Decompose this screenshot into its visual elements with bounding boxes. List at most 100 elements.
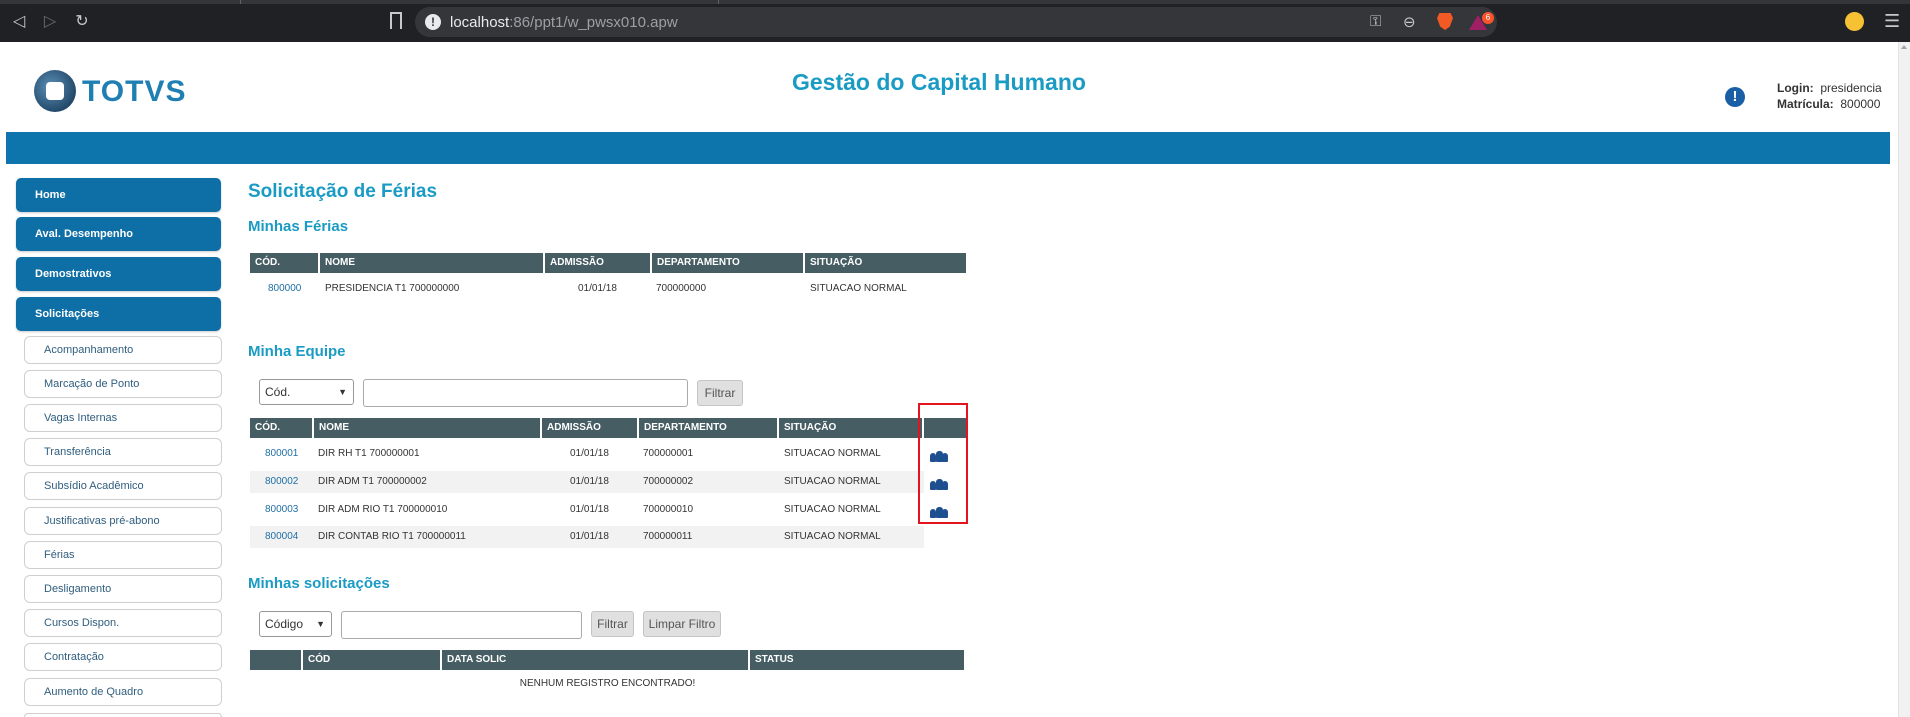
sidebar-subitem-marcacao-ponto[interactable]: Marcação de Ponto xyxy=(24,370,222,398)
url-host: localhost xyxy=(450,14,510,31)
section-title-minhas-solicitacoes: Minhas solicitações xyxy=(248,575,390,592)
totvs-logo: TOTVS xyxy=(34,70,185,114)
column-header-cod: CÓD xyxy=(303,650,442,670)
site-info-icon[interactable]: ! xyxy=(425,14,441,30)
page-title: Solicitação de Férias xyxy=(248,181,438,202)
sidebar-item-home[interactable]: Home xyxy=(16,178,221,212)
scroll-up-icon[interactable] xyxy=(1901,45,1907,49)
sidebar-subitem-cursos[interactable]: Cursos Dispon. xyxy=(24,609,222,637)
bookmark-icon[interactable] xyxy=(390,12,402,29)
column-header-departamento: DEPARTAMENTO xyxy=(652,253,805,273)
tab-strip xyxy=(0,0,1910,4)
forward-icon[interactable]: ▷ xyxy=(40,12,60,32)
column-header-situacao: SITUAÇÃO xyxy=(779,418,924,438)
sidebar-subitem-acompanhamento[interactable]: Acompanhamento xyxy=(24,336,222,364)
address-bar[interactable]: ! localhost:86/ppt1/w_pwsx010.apw ⚿ ⊖ xyxy=(415,7,1497,37)
clear-filter-button[interactable]: Limpar Filtro xyxy=(643,611,721,637)
status: SITUACAO NORMAL xyxy=(784,476,881,487)
employee-code-link[interactable]: 800001 xyxy=(265,443,298,465)
column-header-status: STATUS xyxy=(755,654,794,665)
login-line: Login: presidencia xyxy=(1777,80,1882,96)
column-header-nome: NOME xyxy=(314,418,542,438)
matricula-label: Matrícula: xyxy=(1777,97,1834,111)
tab-divider xyxy=(718,0,719,4)
employee-name: DIR RH T1 700000001 xyxy=(318,448,420,459)
column-header-nome: NOME xyxy=(320,253,545,273)
sidebar-subitem-vagas-internas[interactable]: Vagas Internas xyxy=(24,404,222,432)
sidebar-subitem-partial[interactable] xyxy=(24,713,222,717)
team-filter-selected: Cód. xyxy=(265,385,291,399)
status: SITUACAO NORMAL xyxy=(784,504,881,515)
column-header-data-solic: DATA SOLIC xyxy=(442,650,750,670)
team-filter-button[interactable]: Filtrar xyxy=(697,380,743,406)
sidebar-subitem-justificativas[interactable]: Justificativas pré-abono xyxy=(24,507,222,535)
login-label: Login: xyxy=(1777,81,1814,95)
chevron-down-icon: ▼ xyxy=(316,619,325,629)
sidebar-item-aval-desempenho[interactable]: Aval. Desempenho xyxy=(16,217,221,251)
alert-icon[interactable]: ! xyxy=(1725,87,1745,107)
employee-code-link[interactable]: 800002 xyxy=(265,471,298,493)
profile-avatar[interactable] xyxy=(1845,12,1864,31)
chevron-down-icon: ▼ xyxy=(338,387,347,397)
column-header-departamento: DEPARTAMENTO xyxy=(639,418,779,438)
status: SITUACAO NORMAL xyxy=(784,531,881,542)
key-icon[interactable]: ⚿ xyxy=(1370,13,1381,30)
department: 700000010 xyxy=(643,504,694,515)
sidebar-subitem-transferencia[interactable]: Transferência xyxy=(24,438,222,466)
employee-name: DIR ADM T1 700000002 xyxy=(318,476,427,487)
department: 700000000 xyxy=(656,283,707,294)
matricula-value: 800000 xyxy=(1840,97,1881,111)
employee-name: DIR ADM RIO T1 700000010 xyxy=(318,504,448,515)
status: SITUACAO NORMAL xyxy=(810,283,907,294)
sidebar-item-demostrativos[interactable]: Demostrativos xyxy=(16,257,221,291)
reload-icon[interactable]: ↻ xyxy=(72,12,92,32)
browser-menu-icon[interactable]: ☰ xyxy=(1884,11,1900,32)
column-header-admissao: ADMISSÃO xyxy=(545,253,652,273)
empty-message: NENHUM REGISTRO ENCONTRADO! xyxy=(519,678,696,689)
requests-filter-selected: Código xyxy=(265,617,304,631)
table-row: 800002 DIR ADM T1 700000002 01/01/18 700… xyxy=(250,471,924,493)
table-row: 800004 DIR CONTAB RIO T1 700000011 01/01… xyxy=(250,526,924,548)
app-title: Gestão do Capital Humano xyxy=(792,69,1086,95)
highlight-annotation xyxy=(918,403,968,524)
matricula-line: Matrícula: 800000 xyxy=(1777,96,1882,112)
employee-name: PRESIDENCIA T1 700000000 xyxy=(325,283,460,294)
employee-name: DIR CONTAB RIO T1 700000011 xyxy=(318,531,466,542)
header-bar xyxy=(6,132,1890,164)
sidebar-subitem-ferias[interactable]: Férias xyxy=(24,541,222,569)
department: 700000011 xyxy=(643,531,693,542)
admission-date: 01/01/18 xyxy=(570,504,609,515)
column-header-cod: CÓD. xyxy=(250,253,320,273)
department: 700000001 xyxy=(643,448,694,459)
column-header-situacao: SITUAÇÃO xyxy=(810,257,863,268)
status: SITUACAO NORMAL xyxy=(784,448,881,459)
sidebar-subitem-subsidio-academico[interactable]: Subsídio Acadêmico xyxy=(24,472,222,500)
sidebar-item-solicitacoes[interactable]: Solicitações xyxy=(16,297,221,331)
section-title-minha-equipe: Minha Equipe xyxy=(248,343,346,360)
admission-date: 01/01/18 xyxy=(570,448,609,459)
back-icon[interactable]: ◁ xyxy=(9,12,29,32)
employee-code-link[interactable]: 800003 xyxy=(265,499,298,521)
totvs-logo-icon xyxy=(34,70,76,112)
requests-filter-button[interactable]: Filtrar xyxy=(591,611,634,637)
table-row: 800003 DIR ADM RIO T1 700000010 01/01/18… xyxy=(250,499,924,521)
admission-date: 01/01/18 xyxy=(578,283,617,294)
team-filter-input[interactable] xyxy=(363,379,688,407)
page-scrollbar[interactable] xyxy=(1898,42,1910,717)
employee-code-link[interactable]: 800000 xyxy=(268,278,301,300)
requests-filter-select[interactable]: Código ▼ xyxy=(259,611,332,637)
table-row: 800001 DIR RH T1 700000001 01/01/18 7000… xyxy=(250,443,924,465)
rewards-badge: 6 xyxy=(1482,12,1494,24)
column-header-admissao: ADMISSÃO xyxy=(542,418,639,438)
zoom-icon[interactable]: ⊖ xyxy=(1403,13,1416,31)
sidebar-subitem-contratacao[interactable]: Contratação xyxy=(24,643,222,671)
requests-filter-input[interactable] xyxy=(341,611,582,639)
employee-code-link[interactable]: 800004 xyxy=(265,526,298,548)
department: 700000002 xyxy=(643,476,694,487)
team-filter-select[interactable]: Cód. ▼ xyxy=(259,379,354,405)
sidebar-subitem-aumento-quadro[interactable]: Aumento de Quadro xyxy=(24,678,222,706)
login-value: presidencia xyxy=(1820,81,1882,95)
team-table-header: CÓD. NOME ADMISSÃO DEPARTAMENTO SITUAÇÃO xyxy=(250,418,966,438)
browser-toolbar: ◁ ▷ ↻ ! localhost:86/ppt1/w_pwsx010.apw … xyxy=(0,0,1910,42)
sidebar-subitem-desligamento[interactable]: Desligamento xyxy=(24,575,222,603)
